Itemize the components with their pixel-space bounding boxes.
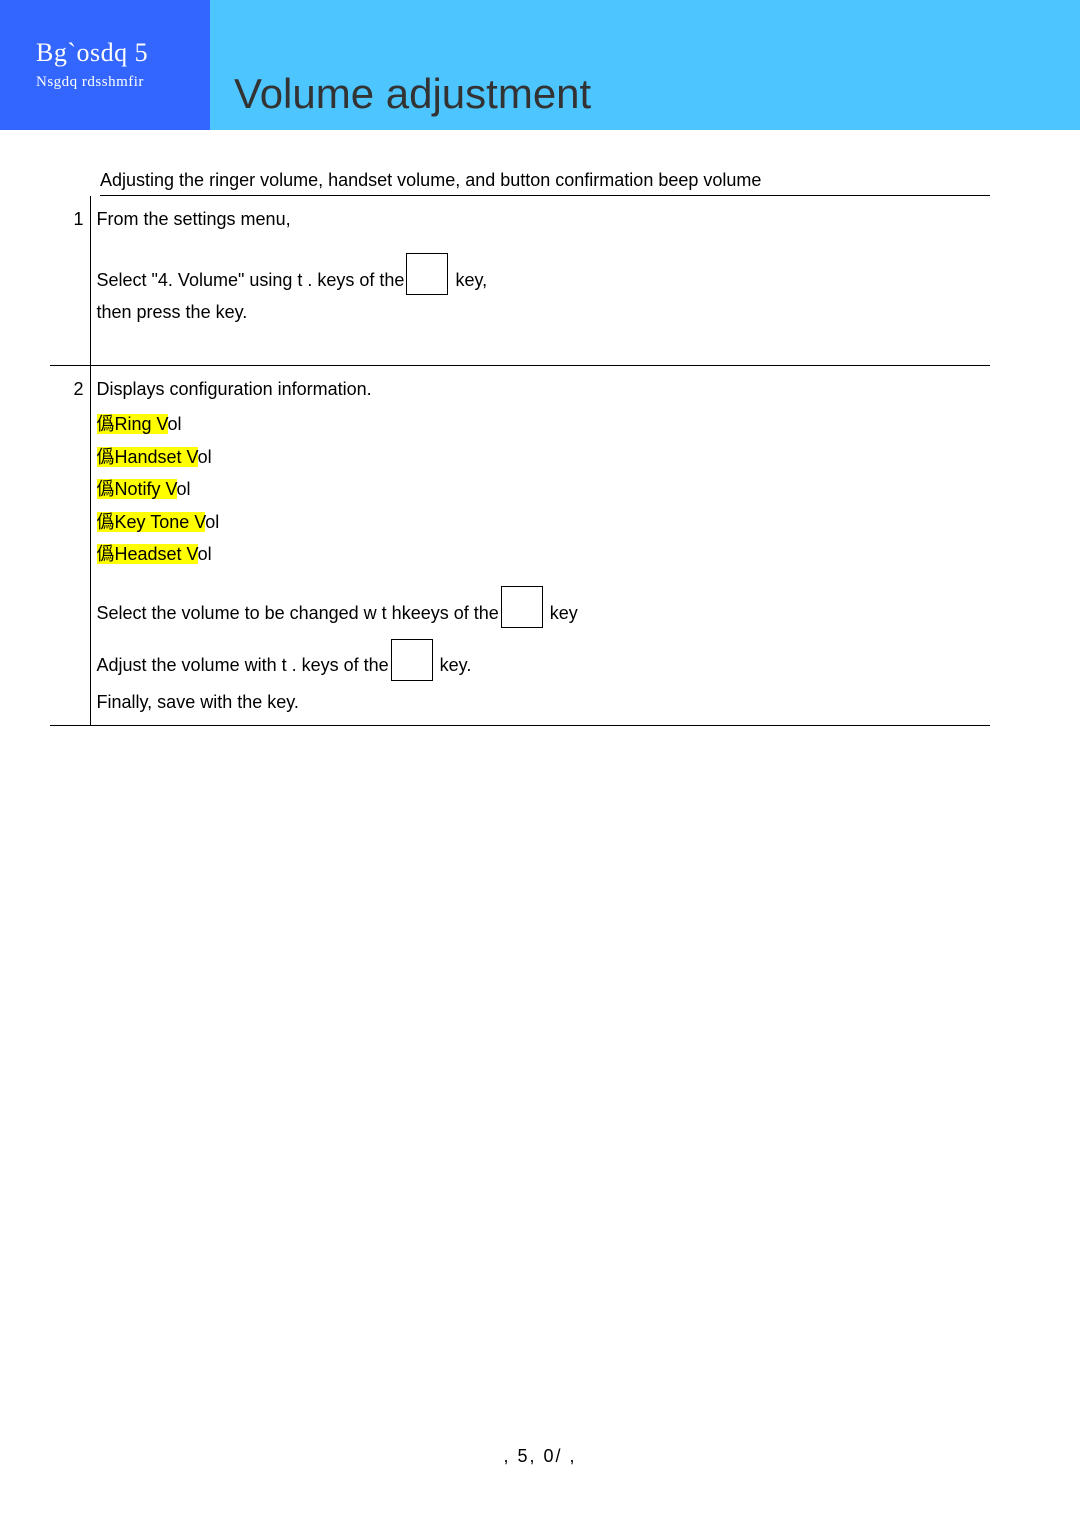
step-number: 1: [50, 196, 90, 366]
step-body: Displays configuration information. 僞Rin…: [90, 366, 990, 726]
header-left: Bg`osdq 5 Nsgdq rdsshmfir: [0, 0, 210, 130]
table-row: 2 Displays configuration information. 僞R…: [50, 366, 990, 726]
step1-line2: Select "4. Volume" using t . keys of the…: [97, 265, 985, 297]
key-box-icon: [406, 253, 448, 295]
config-item: 僞Key Tone Vol: [97, 507, 985, 538]
config-item: 僞Headset Vol: [97, 539, 985, 570]
table-row: 1 From the settings menu, Select "4. Vol…: [50, 196, 990, 366]
header-right: Volume adjustment: [210, 0, 1080, 130]
step-body: From the settings menu, Select "4. Volum…: [90, 196, 990, 366]
step2-line1: Displays configuration information.: [97, 374, 985, 405]
page-title: Volume adjustment: [234, 70, 591, 130]
step1-line1: From the settings menu,: [97, 204, 985, 235]
key-box-icon: [501, 586, 543, 628]
step2-save-line: Finally, save with the key.: [97, 687, 985, 718]
header-band: Bg`osdq 5 Nsgdq rdsshmfir Volume adjustm…: [0, 0, 1080, 130]
config-item: 僞Handset Vol: [97, 442, 985, 473]
config-item: 僞Notify Vol: [97, 474, 985, 505]
step-number: 2: [50, 366, 90, 726]
step1-line3: then press the key.: [97, 297, 985, 328]
chapter-sublabel: Nsgdq rdsshmfir: [36, 74, 194, 91]
key-box-icon: [391, 639, 433, 681]
content-area: Adjusting the ringer volume, handset vol…: [0, 130, 1080, 726]
chapter-label: Bg`osdq 5: [36, 38, 194, 68]
intro-text: Adjusting the ringer volume, handset vol…: [100, 170, 990, 196]
steps-table: 1 From the settings menu, Select "4. Vol…: [50, 196, 990, 726]
step2-select-line: Select the volume to be changed w t hkee…: [97, 598, 985, 630]
step2-adjust-line: Adjust the volume with t . keys of the k…: [97, 650, 985, 682]
page-footer: , 5, 0/ ,: [0, 1446, 1080, 1467]
config-item: 僞Ring Vol: [97, 409, 985, 440]
